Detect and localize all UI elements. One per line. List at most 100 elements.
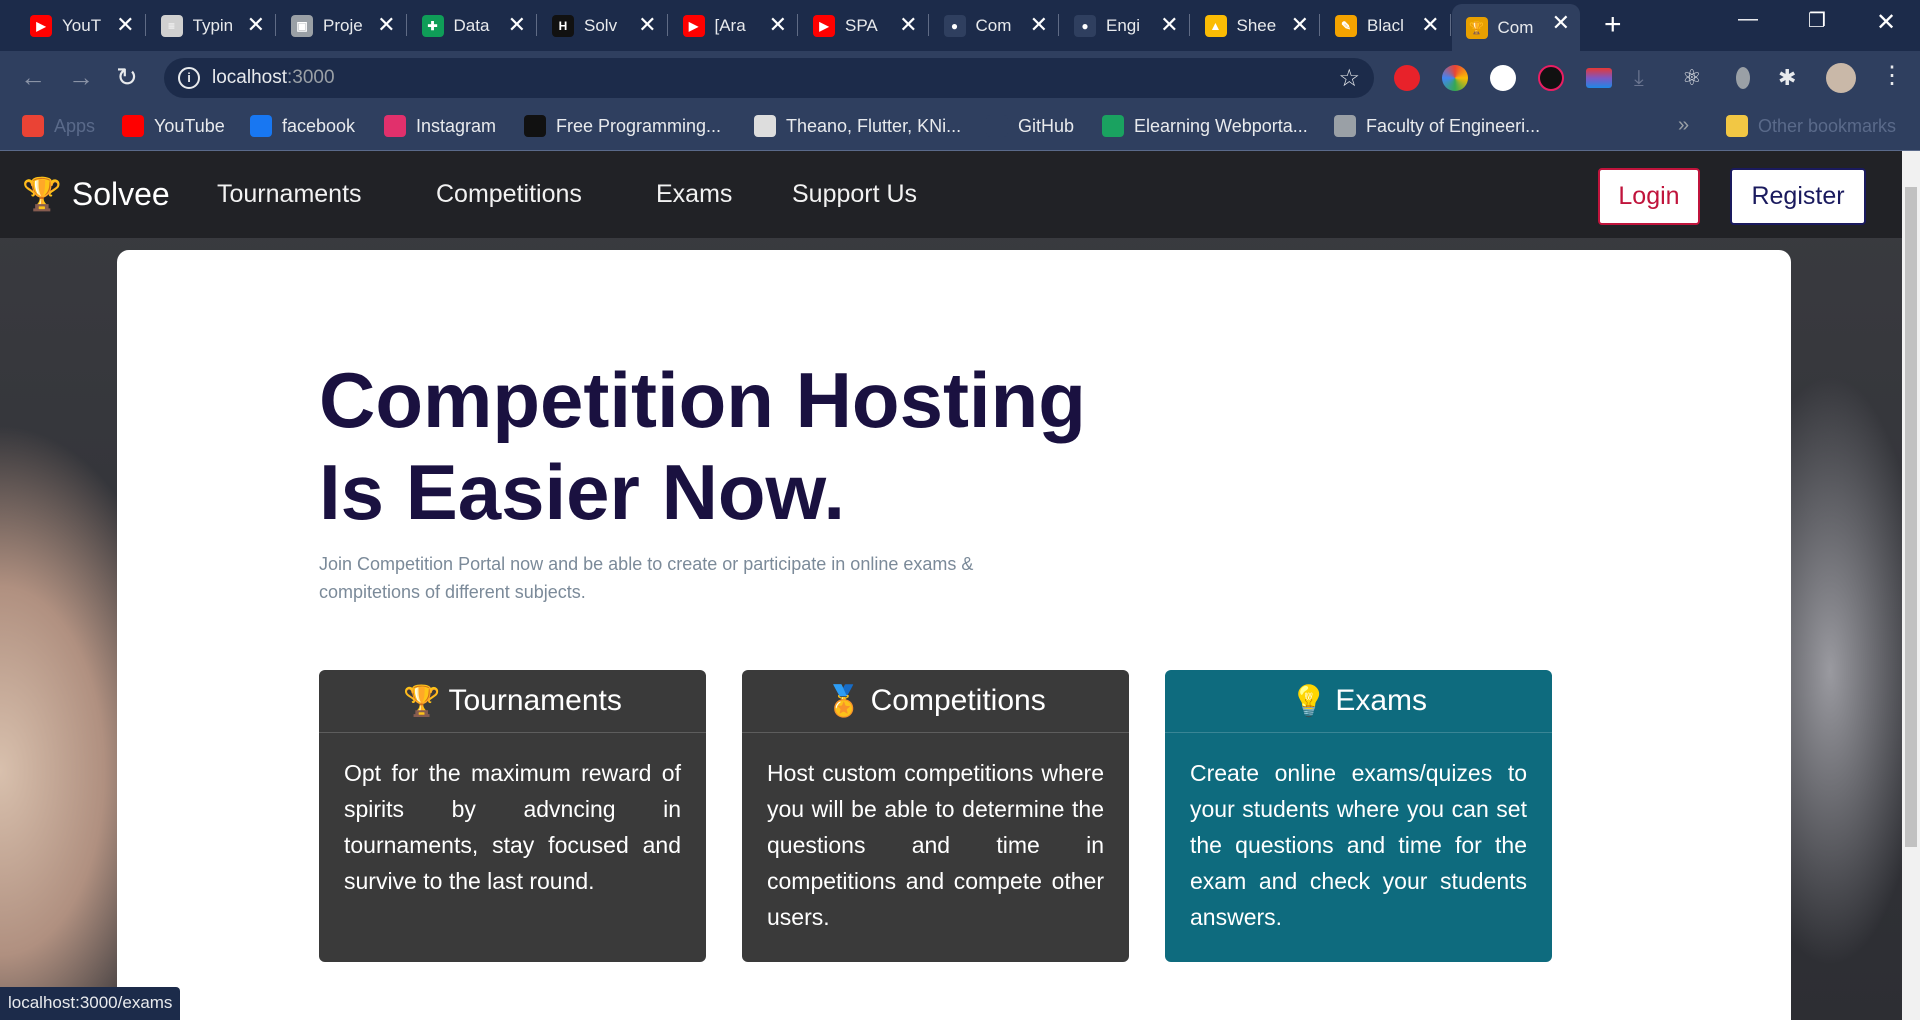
tab-title: Data bbox=[453, 15, 490, 35]
tab-close-icon[interactable]: ✕ bbox=[1030, 14, 1048, 36]
folder-icon bbox=[1726, 115, 1748, 137]
browser-tab[interactable]: ▲ Shee ✕ bbox=[1191, 6, 1320, 45]
bookmark-item[interactable]: GitHub bbox=[986, 115, 1074, 137]
bookmark-label: Free Programming... bbox=[556, 115, 722, 136]
nav-link-support-us[interactable]: Support Us bbox=[792, 180, 917, 209]
feature-card-tournaments[interactable]: 🏆 Tournaments Opt for the maximum reward… bbox=[319, 670, 706, 962]
tab-close-icon[interactable]: ✕ bbox=[1552, 12, 1570, 34]
tab-separator bbox=[1319, 14, 1320, 36]
bookmark-item[interactable]: Elearning Webporta... bbox=[1102, 115, 1308, 137]
trophy-icon: 🏆 bbox=[1465, 16, 1488, 39]
adblock-extension-icon[interactable] bbox=[1394, 65, 1420, 91]
bookmark-theano-icon bbox=[754, 115, 776, 137]
feature-card-exams[interactable]: 💡 Exams Create online exams/quizes to yo… bbox=[1165, 670, 1552, 962]
bookmark-item[interactable]: facebook bbox=[250, 115, 355, 137]
bookmark-item[interactable]: Other bookmarks bbox=[1726, 115, 1896, 137]
address-url[interactable]: localhost:3000 bbox=[212, 67, 335, 89]
bookmark-label: facebook bbox=[282, 115, 356, 136]
bookmark-item[interactable]: Faculty of Engineeri... bbox=[1334, 115, 1540, 137]
tab-separator bbox=[144, 14, 146, 36]
pencil-icon: ✎ bbox=[1335, 14, 1357, 37]
bookmark-item[interactable]: Apps bbox=[22, 115, 95, 137]
profile-avatar[interactable] bbox=[1826, 63, 1856, 93]
tab-close-icon[interactable]: ✕ bbox=[247, 14, 265, 36]
tab-close-icon[interactable]: ✕ bbox=[1291, 14, 1309, 36]
bookmark-star-icon[interactable]: ☆ bbox=[1338, 64, 1360, 93]
bookmark-label: Apps bbox=[54, 115, 96, 136]
bookmark-fp-icon bbox=[524, 115, 546, 137]
feature-card-title: Tournaments bbox=[448, 684, 622, 717]
browser-tab[interactable]: ≡ Typin ✕ bbox=[147, 6, 276, 45]
hero-headline-line-2: Is Easier Now. bbox=[319, 448, 846, 536]
bookmark-label: Faculty of Engineeri... bbox=[1366, 115, 1541, 136]
bookmark-label: Elearning Webporta... bbox=[1134, 115, 1308, 136]
browser-tab[interactable]: H Solv ✕ bbox=[538, 6, 668, 45]
hero-card: Competition Hosting Is Easier Now. Join … bbox=[117, 250, 1791, 1020]
browser-tab[interactable]: ✎ Blacl ✕ bbox=[1321, 6, 1451, 45]
nav-link-exams[interactable]: Exams bbox=[656, 180, 732, 209]
nav-link-tournaments[interactable]: Tournaments bbox=[217, 180, 362, 209]
new-tab-button[interactable]: + bbox=[1604, 10, 1622, 40]
bookmarks-overflow-button[interactable]: » bbox=[1678, 114, 1689, 137]
browser-tab[interactable]: ✚ Data ✕ bbox=[408, 6, 537, 45]
scrollbar-thumb[interactable] bbox=[1905, 187, 1917, 847]
bookmark-label: GitHub bbox=[1018, 115, 1075, 136]
medal-icon: 🏅 bbox=[825, 684, 863, 718]
tab-close-icon[interactable]: ✕ bbox=[116, 14, 134, 36]
browser-tab[interactable]: ▶ [Ara ✕ bbox=[669, 6, 798, 45]
back-icon[interactable]: ← bbox=[20, 63, 46, 91]
tab-separator bbox=[405, 14, 407, 36]
bookmark-item[interactable]: Free Programming... bbox=[524, 115, 721, 137]
site-info-icon[interactable]: i bbox=[178, 67, 200, 89]
tab-title: SPA bbox=[845, 15, 878, 35]
tab-separator bbox=[1058, 14, 1059, 36]
feature-card-text: Host custom competitions where you will … bbox=[767, 760, 1104, 930]
tab-separator bbox=[275, 14, 276, 36]
feature-card-title: Exams bbox=[1335, 684, 1428, 717]
login-button[interactable]: Login bbox=[1598, 168, 1700, 225]
bookmark-item[interactable]: YouTube bbox=[122, 115, 225, 137]
register-button[interactable]: Register bbox=[1730, 168, 1866, 225]
react-devtools-icon[interactable]: ⚛ bbox=[1682, 65, 1708, 91]
feature-card-competitions[interactable]: 🏅 Competitions Host custom competitions … bbox=[742, 670, 1129, 962]
pen-extension-icon[interactable] bbox=[1490, 65, 1516, 91]
github-icon: ● bbox=[1074, 14, 1096, 37]
browser-tab[interactable]: ● Com ✕ bbox=[930, 6, 1059, 45]
browser-tab[interactable]: ▶ SPA ✕ bbox=[799, 6, 929, 45]
feature-card-header: 🏅 Competitions bbox=[742, 670, 1129, 733]
close-window-button[interactable]: ✕ bbox=[1876, 8, 1896, 37]
tab-title: Com bbox=[975, 15, 1012, 35]
tab-close-icon[interactable]: ✕ bbox=[508, 14, 526, 36]
reload-icon[interactable]: ↻ bbox=[116, 63, 138, 91]
download-icon[interactable]: ⤓ bbox=[1634, 65, 1660, 91]
browser-tab[interactable]: ▶ YouT ✕ bbox=[16, 6, 146, 45]
page-scrollbar[interactable] bbox=[1902, 151, 1920, 1020]
brand-logo[interactable]: 🏆 Solvee bbox=[22, 175, 170, 213]
browser-tab[interactable]: 🏆 Com ✕ bbox=[1451, 4, 1580, 51]
globe-icon bbox=[1334, 115, 1356, 137]
tab-close-icon[interactable]: ✕ bbox=[1421, 14, 1439, 36]
feature-card-header: 💡 Exams bbox=[1165, 670, 1552, 733]
minimize-button[interactable]: — bbox=[1738, 8, 1758, 31]
browser-menu-icon[interactable]: ⋮ bbox=[1880, 61, 1904, 90]
tab-close-icon[interactable]: ✕ bbox=[899, 14, 917, 36]
picker-extension-icon[interactable] bbox=[1538, 65, 1564, 91]
extension-misc-icon[interactable] bbox=[1736, 67, 1750, 89]
color-extension-icon[interactable] bbox=[1442, 65, 1468, 91]
extensions-puzzle-icon[interactable]: ✱ bbox=[1778, 65, 1804, 91]
forward-icon[interactable]: → bbox=[68, 63, 94, 91]
tab-close-icon[interactable]: ✕ bbox=[638, 14, 656, 36]
address-bar[interactable]: i localhost:3000 ☆ bbox=[164, 58, 1374, 98]
bookmark-item[interactable]: Theano, Flutter, KNi... bbox=[754, 115, 961, 137]
tab-title: YouT bbox=[62, 15, 102, 35]
stack-extension-icon[interactable] bbox=[1586, 68, 1612, 88]
bookmark-item[interactable]: Instagram bbox=[384, 115, 496, 137]
browser-tab[interactable]: ▣ Proje ✕ bbox=[277, 6, 407, 45]
project-icon: ▣ bbox=[291, 14, 313, 37]
restore-button[interactable]: ❐ bbox=[1808, 8, 1826, 33]
tab-close-icon[interactable]: ✕ bbox=[769, 14, 787, 36]
browser-tab[interactable]: ● Engi ✕ bbox=[1060, 6, 1190, 45]
tab-close-icon[interactable]: ✕ bbox=[377, 14, 395, 36]
nav-link-competitions[interactable]: Competitions bbox=[436, 180, 582, 209]
tab-close-icon[interactable]: ✕ bbox=[1160, 14, 1178, 36]
